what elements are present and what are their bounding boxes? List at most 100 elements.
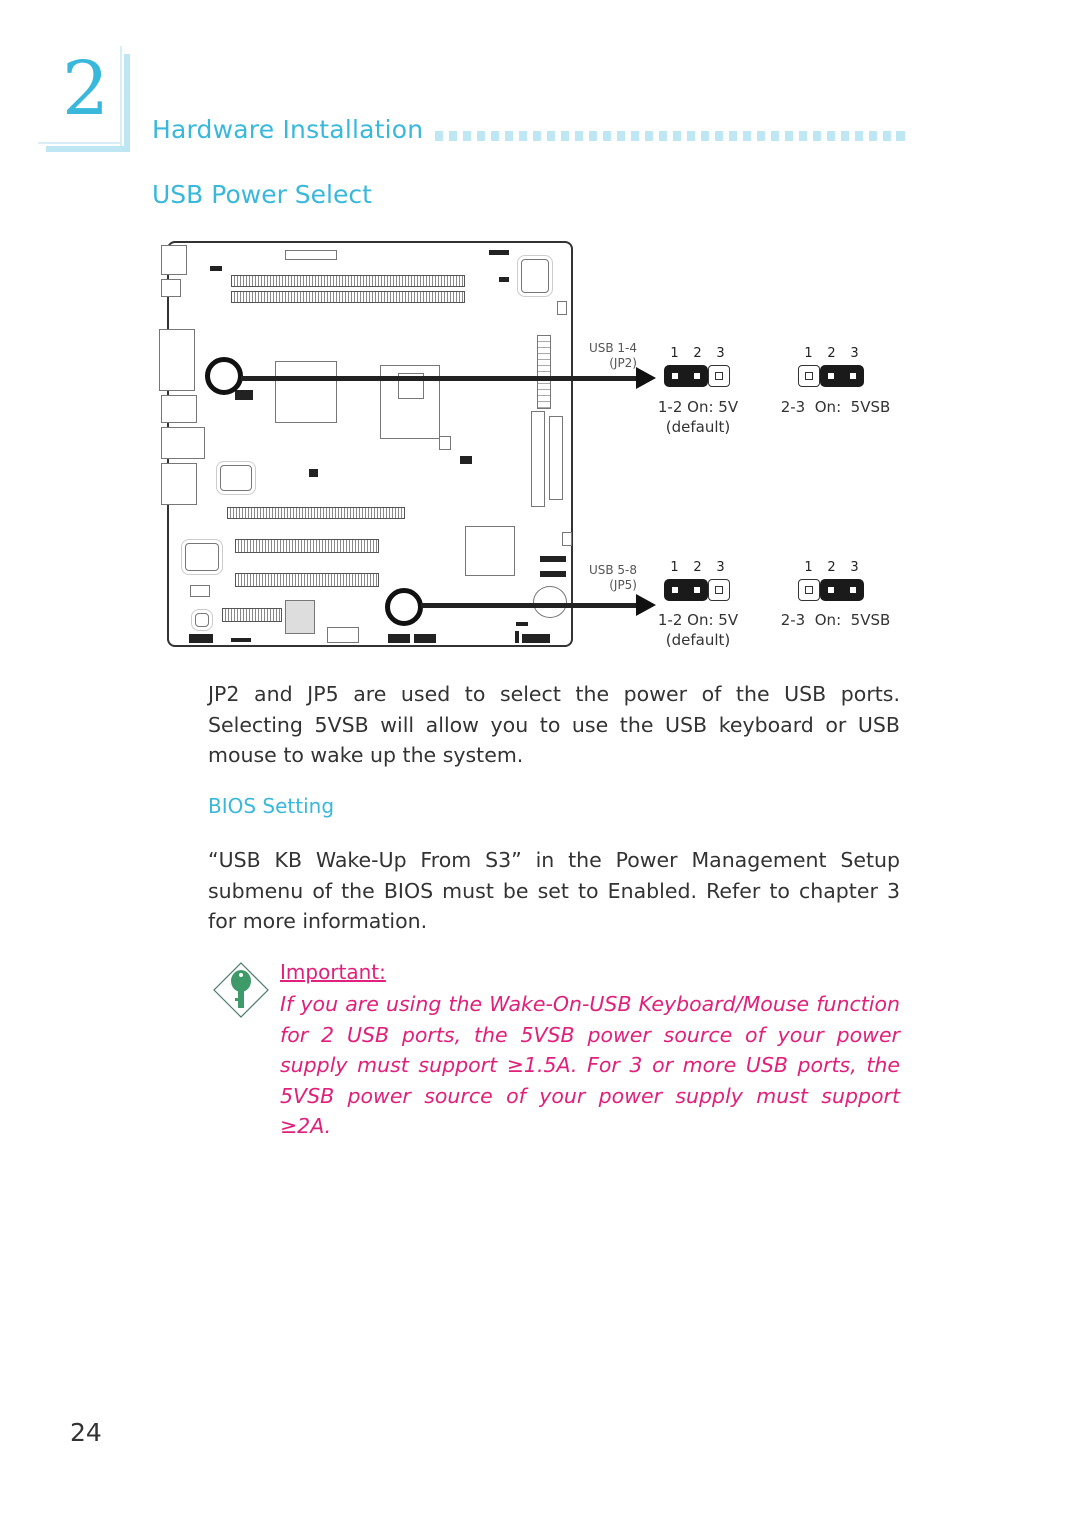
- header: [460, 456, 472, 464]
- pin-open: [798, 579, 820, 601]
- jp5-setting-5vsb: 2-3 On: 5VSB: [768, 610, 903, 630]
- chip: [195, 613, 209, 627]
- chip: [285, 600, 315, 634]
- dimm-slot: [231, 291, 465, 303]
- pcie-x1-slot: [222, 608, 282, 622]
- dot-leader-square: [854, 131, 863, 141]
- header: [516, 622, 528, 626]
- section-title: USB Power Select: [152, 180, 372, 209]
- southbridge: [465, 526, 515, 576]
- dot-leader-square: [476, 131, 486, 141]
- header: [235, 390, 253, 400]
- header: [309, 469, 318, 477]
- chapter-number: 2: [62, 46, 110, 132]
- pin-shorted: [686, 365, 708, 387]
- pin-shorted: [842, 365, 864, 387]
- pin-number: 2: [827, 560, 836, 575]
- pin-number: 2: [827, 346, 836, 361]
- dimm-slot: [231, 275, 465, 287]
- chip: [220, 465, 252, 491]
- header: [515, 631, 519, 643]
- bios-paragraph: “USB KB Wake-Up From S3” in the Power Ma…: [208, 848, 900, 933]
- pin-shorted: [842, 579, 864, 601]
- atx-power: [537, 335, 551, 409]
- dot-leader-square: [812, 131, 821, 141]
- chipset: [275, 361, 337, 423]
- io-port: [161, 463, 197, 505]
- header: [388, 634, 410, 643]
- bios-setting-heading: BIOS Setting: [208, 794, 335, 818]
- ide-connector: [549, 416, 563, 500]
- jp5-label: USB 5-8 (JP5): [560, 563, 637, 593]
- jumper-diagram: [798, 579, 864, 601]
- header: [489, 250, 509, 255]
- chapter-decoration: [46, 146, 130, 152]
- pin-shorted: [664, 579, 686, 601]
- header: [190, 585, 210, 597]
- pin-number: 3: [850, 346, 859, 361]
- pin-shorted: [820, 365, 842, 387]
- io-port: [161, 245, 187, 275]
- chapter-decoration: [124, 54, 130, 152]
- jumper-label-line: (JP2): [609, 356, 637, 370]
- jumper-diagram: [664, 579, 730, 601]
- jp2-highlight: [205, 357, 243, 395]
- header: [285, 250, 337, 260]
- jp2-option-5vsb: 1 2 3: [798, 346, 864, 387]
- pin-number: 3: [716, 560, 725, 575]
- pin-numbers: 1 2 3: [668, 560, 730, 575]
- key-icon: [213, 962, 269, 1018]
- io-port: [161, 395, 197, 423]
- dot-leader-square: [532, 131, 542, 141]
- jp2-setting-5vsb: 2-3 On: 5VSB: [768, 397, 903, 417]
- dot-leader-square: [630, 131, 640, 141]
- pin-shorted: [664, 365, 686, 387]
- pci-slot: [235, 539, 379, 553]
- jp5-leader-line: [421, 603, 639, 608]
- dot-leader-square: [658, 131, 668, 141]
- dot-leader-square: [798, 131, 807, 141]
- dot-leader-square: [588, 131, 598, 141]
- chapter-decoration: [120, 46, 122, 146]
- pin-number: 1: [670, 560, 679, 575]
- jumper-label-line: USB 1-4: [588, 341, 637, 355]
- dot-leader-square: [504, 131, 514, 141]
- pin-number: 1: [670, 346, 679, 361]
- io-port: [161, 279, 181, 297]
- fan-header: [439, 436, 451, 450]
- dot-leader-square: [728, 131, 738, 141]
- dot-leader-square: [840, 131, 849, 141]
- chip: [185, 543, 219, 571]
- jp5-option-5vsb: 1 2 3: [798, 560, 864, 601]
- dot-leader-square: [644, 131, 654, 141]
- dot-leader-square: [756, 131, 766, 141]
- pin-numbers: 1 2 3: [668, 346, 730, 361]
- pin-number: 2: [693, 560, 702, 575]
- jp2-setting-default: 1-2 On: 5V (default): [638, 397, 758, 437]
- header: [540, 556, 566, 562]
- pin-open: [708, 365, 730, 387]
- default-note: (default): [665, 631, 731, 649]
- setting-text: 1-2 On: 5V: [657, 611, 739, 629]
- pcie-slot: [227, 507, 405, 519]
- setting-text: 1-2 On: 5V: [657, 398, 739, 416]
- chapter-decoration: [38, 142, 122, 144]
- dot-leader-square: [490, 131, 500, 141]
- jumper-label-line: USB 5-8: [588, 563, 637, 577]
- dot-leader-square: [742, 131, 752, 141]
- pin-numbers: 1 2 3: [802, 346, 864, 361]
- jp2-label: USB 1-4 (JP2): [560, 341, 637, 371]
- io-port: [161, 427, 205, 459]
- dot-leader-square: [602, 131, 612, 141]
- title-dot-leader: [435, 131, 905, 143]
- dot-leader-square: [574, 131, 584, 141]
- pin-numbers: 1 2 3: [802, 560, 864, 575]
- header: [210, 266, 222, 271]
- important-text: If you are using the Wake-On-USB Keyboar…: [280, 992, 900, 1138]
- dot-leader-square: [560, 131, 570, 141]
- ide-connector: [531, 411, 545, 507]
- pin-number: 3: [716, 346, 725, 361]
- pin-number: 1: [804, 560, 813, 575]
- dot-leader-square: [518, 131, 528, 141]
- fan-header: [557, 301, 567, 315]
